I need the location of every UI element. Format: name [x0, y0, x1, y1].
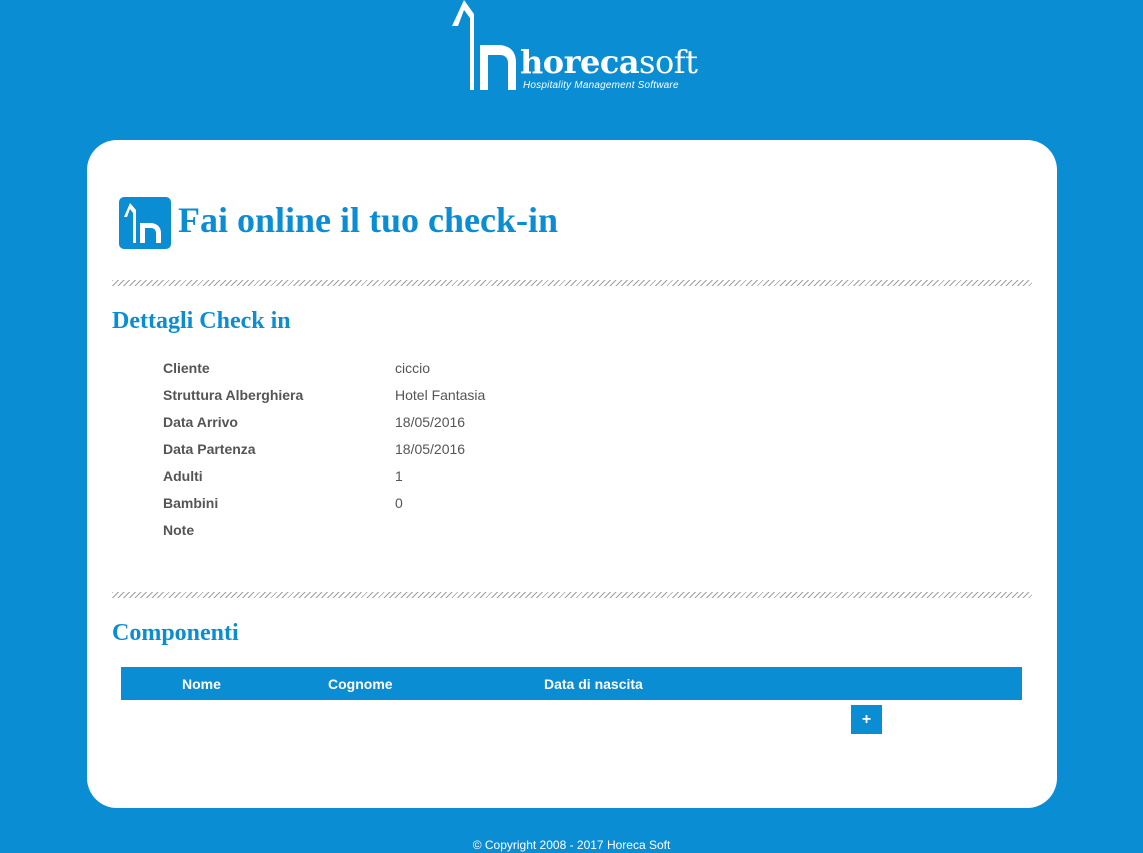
detail-row-bambini: Bambini 0 [163, 489, 663, 516]
detail-value: 1 [395, 468, 403, 484]
details-section-title: Dettagli Check in [112, 308, 291, 334]
detail-label: Data Arrivo [163, 414, 238, 430]
detail-label: Note [163, 522, 195, 538]
section-divider [112, 280, 1032, 286]
section-divider [112, 592, 1032, 598]
checkin-details: Cliente ciccio Struttura Alberghiera Hot… [163, 354, 663, 543]
detail-row-data-partenza: Data Partenza 18/05/2016 [163, 435, 663, 462]
footer-copyright: © Copyright 2008 - 2017 Horeca Soft [472, 838, 671, 852]
brand-wordmark: horecasoft [520, 42, 698, 82]
detail-value: ciccio [395, 360, 431, 376]
column-header-cognome: Cognome [328, 676, 393, 692]
detail-row-data-arrivo: Data Arrivo 18/05/2016 [163, 408, 663, 435]
detail-row-adulti: Adulti 1 [163, 462, 663, 489]
detail-value: 18/05/2016 [395, 441, 466, 457]
detail-label: Struttura Alberghiera [163, 387, 304, 403]
brand-logo: horecasoft Hospitality Management Softwa… [448, 0, 698, 100]
checkin-card: Fai online il tuo check-in Dettagli Chec… [87, 140, 1057, 808]
brand-name-bold: horeca [520, 43, 640, 81]
brand-tagline: Hospitality Management Software [523, 80, 679, 91]
detail-label: Adulti [163, 468, 203, 484]
column-header-data-di-nascita: Data di nascita [544, 676, 643, 692]
detail-row-cliente: Cliente ciccio [163, 354, 663, 381]
components-section-title: Componenti [112, 620, 239, 646]
horecasoft-h-mark-icon [452, 0, 516, 90]
components-table-header: Nome Cognome Data di nascita [121, 667, 1022, 700]
brand-name-light: soft [639, 43, 698, 81]
detail-value: Hotel Fantasia [395, 387, 486, 403]
detail-value: 0 [395, 495, 403, 511]
add-component-button[interactable]: + [851, 705, 882, 734]
page-icon-glyph [124, 203, 161, 243]
page-title: Fai online il tuo check-in [178, 200, 559, 240]
column-header-nome: Nome [182, 676, 221, 692]
detail-label: Cliente [163, 360, 210, 376]
detail-value: 18/05/2016 [395, 414, 466, 430]
detail-label: Data Partenza [163, 441, 256, 457]
detail-row-note: Note [163, 516, 663, 543]
horecasoft-h-mark-icon [119, 197, 171, 249]
detail-row-struttura: Struttura Alberghiera Hotel Fantasia [163, 381, 663, 408]
detail-label: Bambini [163, 495, 219, 511]
